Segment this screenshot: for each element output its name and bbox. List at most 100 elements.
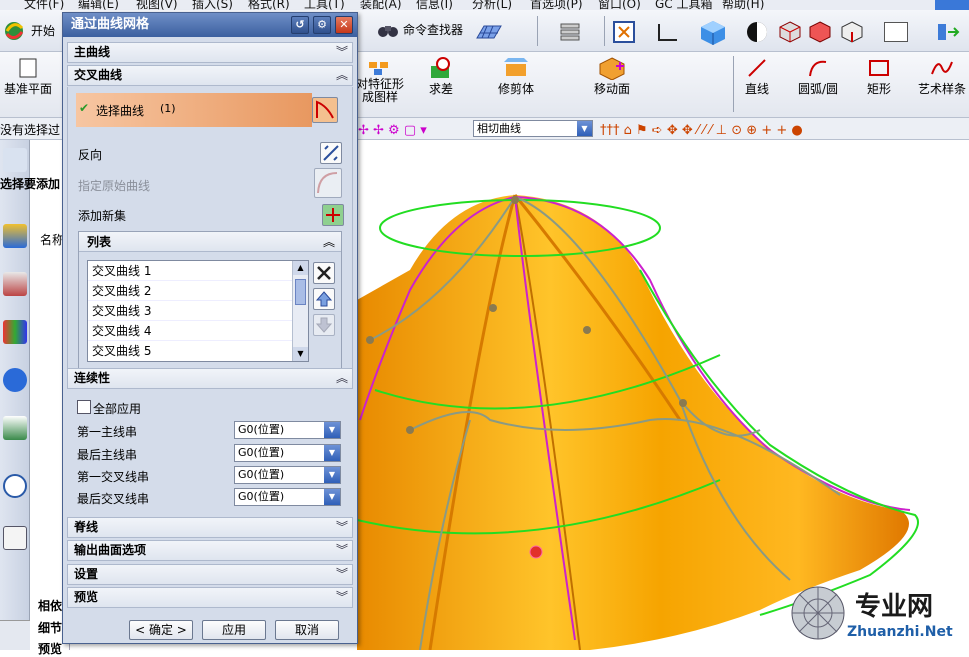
through-curve-mesh-dialog: 通过曲线网格 ↺ ⚙ ✕ 主曲线 ︾ 交叉曲线 ︽ ✔ 选择曲线 (1) 反向 … bbox=[62, 12, 358, 644]
window-controls[interactable] bbox=[935, 0, 969, 10]
svg-text:✢ ✢ ⚙ ▢ ▾: ✢ ✢ ⚙ ▢ ▾ bbox=[358, 123, 427, 137]
last-cross-select[interactable]: G0(位置) ▼ bbox=[234, 488, 341, 506]
nav-preview-section[interactable]: 预览 bbox=[38, 640, 62, 657]
list-item[interactable]: 交叉曲线 5 bbox=[88, 341, 292, 361]
menu-window[interactable]: 窗口(O) bbox=[598, 0, 641, 10]
section-preview[interactable]: 预览 ︾ bbox=[67, 587, 353, 608]
scroll-up-icon[interactable]: ▲ bbox=[293, 261, 308, 275]
last-primary-select[interactable]: G0(位置) ▼ bbox=[234, 444, 341, 462]
background-color-swatch[interactable] bbox=[884, 22, 908, 42]
specify-origin-curve-button[interactable] bbox=[314, 168, 342, 198]
surface-grid-icon[interactable] bbox=[474, 22, 504, 42]
select-curve-button[interactable] bbox=[312, 97, 338, 123]
origin-curve-icon bbox=[317, 172, 338, 194]
assembly-navigator-icon[interactable] bbox=[934, 20, 962, 44]
trim-body-button[interactable]: 修剪体 bbox=[498, 56, 534, 97]
move-face-button[interactable]: 移动面 bbox=[594, 56, 630, 97]
studio-spline-button[interactable]: 艺术样条 bbox=[918, 56, 966, 97]
apply-all-checkbox[interactable] bbox=[77, 400, 91, 414]
ok-button[interactable]: < 确定 > bbox=[129, 620, 193, 640]
menu-preferences[interactable]: 首选项(P) bbox=[530, 0, 583, 10]
layers-icon[interactable] bbox=[558, 20, 584, 44]
section-continuity[interactable]: 连续性 ︽ bbox=[67, 368, 353, 389]
chevron-down-icon: ︾ bbox=[335, 567, 348, 581]
line-button[interactable]: 直线 bbox=[745, 56, 769, 97]
menu-edit[interactable]: 编辑(E) bbox=[78, 0, 119, 10]
move-down-button[interactable] bbox=[313, 314, 335, 336]
menu-view[interactable]: 视图(V) bbox=[136, 0, 178, 10]
cancel-button[interactable]: 取消 bbox=[275, 620, 339, 640]
reset-icon[interactable]: ↺ bbox=[291, 16, 309, 34]
menu-format[interactable]: 格式(R) bbox=[248, 0, 290, 10]
list-scrollbar[interactable]: ▲ ▼ bbox=[292, 261, 308, 361]
dialog-title-bar[interactable]: 通过曲线网格 ↺ ⚙ ✕ bbox=[63, 13, 357, 37]
scroll-thumb[interactable] bbox=[295, 279, 306, 305]
menu-file[interactable]: 文件(F) bbox=[24, 0, 64, 10]
cross-curve-list[interactable]: 交叉曲线 1 交叉曲线 2 交叉曲线 3 交叉曲线 4 交叉曲线 5 ▲ ▼ bbox=[87, 260, 309, 362]
gear-icon[interactable]: ⚙ bbox=[313, 16, 331, 34]
menu-gc-toolbox[interactable]: GC 工具箱 bbox=[655, 0, 713, 10]
constraint-navigator-icon[interactable] bbox=[3, 272, 27, 296]
move-up-button[interactable] bbox=[313, 288, 335, 310]
pattern-feature-button[interactable]: 对特征形 成图样 bbox=[356, 56, 404, 104]
history-icon[interactable] bbox=[3, 416, 27, 440]
scroll-down-icon[interactable]: ▼ bbox=[293, 347, 308, 361]
nav-name-column[interactable]: 名称 bbox=[40, 231, 64, 248]
fit-view-icon[interactable] bbox=[612, 20, 636, 44]
snap-tools-icons[interactable]: ✢ ✢ ⚙ ▢ ▾ bbox=[358, 121, 468, 137]
section-output-surface-options[interactable]: 输出曲面选项 ︾ bbox=[67, 540, 353, 561]
chevron-up-icon: ︽ bbox=[335, 371, 348, 385]
section-primary-curves[interactable]: 主曲线 ︾ bbox=[67, 42, 353, 63]
roles-icon[interactable] bbox=[3, 526, 27, 550]
nav-related-section[interactable]: 相依 bbox=[38, 597, 62, 614]
reuse-library-icon[interactable] bbox=[3, 320, 27, 344]
part-navigator-icon[interactable] bbox=[3, 148, 27, 172]
resource-bar-scroll[interactable] bbox=[0, 620, 30, 650]
list-item[interactable]: 交叉曲线 4 bbox=[88, 321, 292, 341]
cube-section-icon[interactable] bbox=[808, 20, 832, 44]
add-set-icon bbox=[326, 208, 340, 222]
close-icon[interactable]: ✕ bbox=[335, 16, 353, 34]
rectangle-button[interactable]: 矩形 bbox=[867, 56, 891, 97]
list-item[interactable]: 交叉曲线 1 bbox=[88, 261, 292, 281]
datum-plane-button[interactable]: 基准平面 bbox=[4, 56, 52, 97]
command-finder-button[interactable]: 命令查找器 bbox=[376, 20, 463, 40]
watermark-url: Zhuanzhi.Net bbox=[847, 624, 953, 640]
section-spine[interactable]: 脊线 ︾ bbox=[67, 517, 353, 538]
cube-edge-icon[interactable] bbox=[840, 20, 864, 44]
start-button[interactable]: 开始 bbox=[2, 20, 55, 42]
apply-button[interactable]: 应用 bbox=[202, 620, 266, 640]
watermark-title: 专业网 bbox=[855, 592, 934, 622]
clock-icon[interactable] bbox=[3, 474, 27, 498]
assembly-navigator-tab-icon[interactable] bbox=[3, 224, 27, 248]
arc-circle-button[interactable]: 圆弧/圆 bbox=[798, 56, 838, 97]
first-cross-select[interactable]: G0(位置) ▼ bbox=[234, 466, 341, 484]
info-web-icon[interactable] bbox=[3, 368, 27, 392]
menu-assembly[interactable]: 装配(A) bbox=[360, 0, 402, 10]
shaded-cube-icon[interactable] bbox=[698, 18, 728, 46]
first-primary-select[interactable]: G0(位置) ▼ bbox=[234, 421, 341, 439]
wcs-icon[interactable] bbox=[655, 20, 681, 44]
render-style-icon[interactable] bbox=[745, 20, 769, 44]
section-settings[interactable]: 设置 ︾ bbox=[67, 564, 353, 585]
reverse-direction-button[interactable] bbox=[320, 142, 342, 164]
remove-item-button[interactable] bbox=[313, 262, 335, 284]
section-cross-curves[interactable]: 交叉曲线 ︽ bbox=[67, 65, 353, 86]
add-new-set-button[interactable] bbox=[322, 204, 344, 226]
list-item[interactable]: 交叉曲线 3 bbox=[88, 301, 292, 321]
subtract-button[interactable]: 求差 bbox=[427, 56, 455, 97]
nav-detail-section[interactable]: 细节 bbox=[38, 619, 62, 636]
cube-red-icon[interactable] bbox=[778, 20, 802, 44]
curve-rule-select[interactable]: 相切曲线 ▼ bbox=[473, 120, 593, 137]
menu-insert[interactable]: 插入(S) bbox=[192, 0, 233, 10]
menu-analysis[interactable]: 分析(L) bbox=[472, 0, 512, 10]
list-header[interactable]: 列表 ︽ bbox=[79, 232, 341, 252]
svg-text:††† ⌂ ⚑ ➪ ✥ ✥ ⁄ ⁄ ⁄ ⊥ ⊙ ⊕ + +: ††† ⌂ ⚑ ➪ ✥ ✥ ⁄ ⁄ ⁄ ⊥ ⊙ ⊕ + + ● bbox=[600, 123, 803, 137]
menu-help[interactable]: 帮助(H) bbox=[722, 0, 764, 10]
chevron-down-icon: ︾ bbox=[335, 590, 348, 604]
snap-point-icons[interactable]: ††† ⌂ ⚑ ➪ ✥ ✥ ⁄ ⁄ ⁄ ⊥ ⊙ ⊕ + + ● bbox=[600, 121, 965, 137]
menu-tools[interactable]: 工具(T) bbox=[304, 0, 345, 10]
list-item[interactable]: 交叉曲线 2 bbox=[88, 281, 292, 301]
menu-info[interactable]: 信息(I) bbox=[416, 0, 453, 10]
select-curve-row[interactable]: ✔ 选择曲线 (1) bbox=[76, 93, 312, 127]
